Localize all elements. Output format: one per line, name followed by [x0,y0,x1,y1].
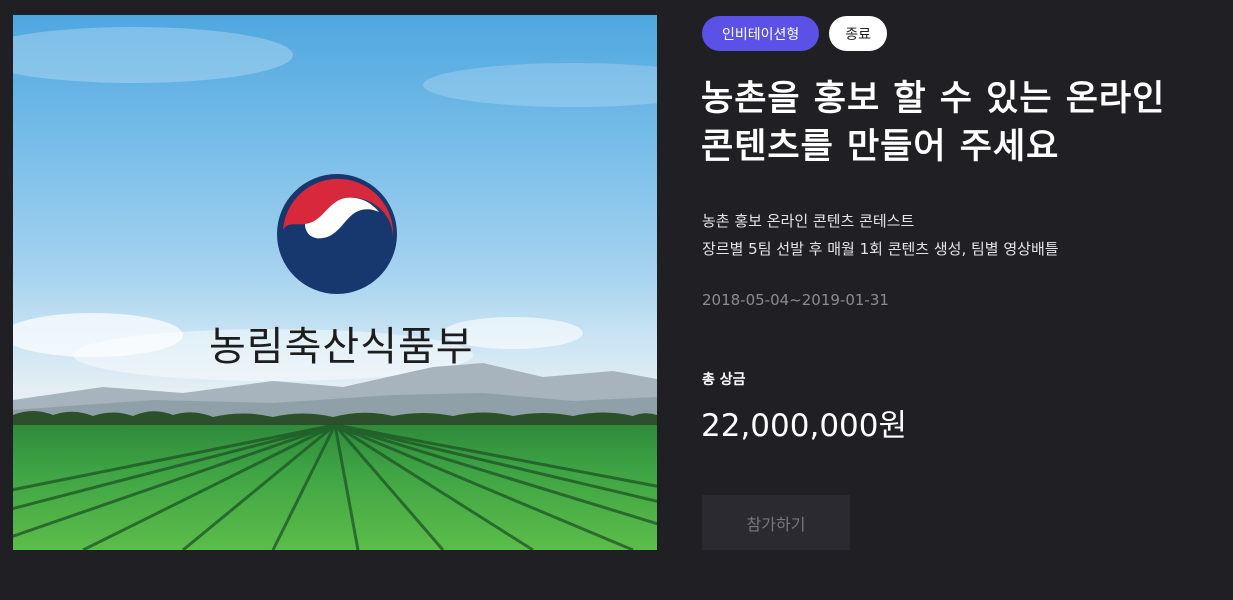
government-emblem-logo [277,174,397,294]
contest-status-badge: 종료 [829,16,888,51]
contest-hero-image: 농림축산식품부 [13,15,657,550]
contest-description-line2: 장르별 5팀 선발 후 매월 1회 콘텐츠 생성, 팀별 영상배틀 [702,240,1059,258]
total-prize-label: 총 상금 [702,372,746,388]
contest-period: 2018-05-04~2019-01-31 [702,291,889,309]
total-prize-amount: 22,000,000원 [701,408,908,444]
contest-description: 농촌 홍보 온라인 콘텐츠 콘테스트 장르별 5팀 선발 후 매월 1회 콘텐츠… [702,207,1059,263]
join-button[interactable]: 참가하기 [702,495,850,550]
contest-type-badge: 인비테이션형 [702,16,820,51]
contest-badges: 인비테이션형 종료 [702,16,888,51]
contest-detail-page: 농림축산식품부 인비테이션형 종료 농촌을 홍보 할 수 있는 온라인 콘텐츠를… [0,0,1233,600]
ministry-name-text: 농림축산식품부 [209,324,474,370]
contest-title: 농촌을 홍보 할 수 있는 온라인 콘텐츠를 만들어 주세요 [701,75,1221,171]
contest-title-line2: 콘텐츠를 만들어 주세요 [701,127,1060,167]
contest-title-line1: 농촌을 홍보 할 수 있는 온라인 [701,79,1166,119]
contest-description-line1: 농촌 홍보 온라인 콘텐츠 콘테스트 [702,212,915,230]
